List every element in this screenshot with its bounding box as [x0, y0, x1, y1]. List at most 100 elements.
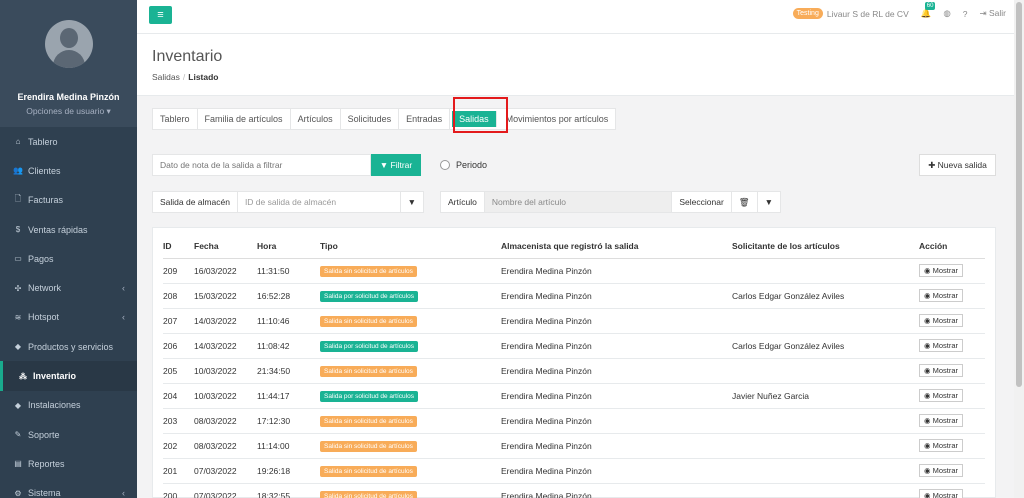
- new-salida-button[interactable]: ✚ Nueva salida: [919, 154, 996, 176]
- breadcrumb-listado: Listado: [188, 72, 219, 82]
- tab-articulos[interactable]: Artículos: [291, 109, 341, 129]
- show-button[interactable]: ◉ Mostrar: [919, 339, 964, 352]
- show-button[interactable]: ◉ Mostrar: [919, 314, 964, 327]
- cell-id: 200: [163, 483, 194, 498]
- tipo-badge: Salida sin solicitud de artículos: [320, 415, 417, 427]
- cell-fecha: 16/03/2022: [194, 258, 257, 284]
- nota-search-input[interactable]: [152, 154, 371, 176]
- cell-id: 204: [163, 383, 194, 409]
- tipo-badge: Salida sin solicitud de artículos: [320, 365, 417, 377]
- sidebar-item-hotspot[interactable]: ≋ Hotspot ‹: [0, 303, 137, 332]
- cell-fecha: 10/03/2022: [194, 383, 257, 409]
- salida-id-input[interactable]: ID de salida de almacén: [238, 192, 400, 212]
- cell-tipo: Salida sin solicitud de artículos: [320, 408, 501, 434]
- col-tipo: Tipo: [320, 234, 501, 259]
- tag-icon: ◆: [14, 342, 22, 352]
- cell-accion: ◉ Mostrar: [919, 483, 985, 498]
- tipo-badge: Salida sin solicitud de artículos: [320, 315, 417, 327]
- table-row: 201 07/03/2022 19:26:18 Salida sin solicitu…: [163, 458, 985, 484]
- salidas-table-panel: ID Fecha Hora Tipo Almacenista que regis…: [152, 227, 996, 498]
- table-row: 204 10/03/2022 11:44:17 Salida por solicitu…: [163, 383, 985, 409]
- show-button[interactable]: ◉ Mostrar: [919, 389, 964, 402]
- cell-almacenista: Erendira Medina Pinzón: [501, 458, 732, 484]
- report-icon: ▤: [14, 459, 22, 469]
- sidebar-item-facturas[interactable]: 🗋 Facturas: [0, 186, 137, 215]
- chevron-left-icon: ‹: [122, 488, 125, 498]
- show-button[interactable]: ◉ Mostrar: [919, 364, 964, 377]
- cell-accion: ◉ Mostrar: [919, 333, 985, 359]
- col-almacenista: Almacenista que registró la salida: [501, 234, 732, 259]
- sidebar-item-instalaciones[interactable]: ◆ Instalaciones: [0, 391, 137, 420]
- tab-movimientos[interactable]: Movimientos por artículos: [499, 109, 616, 129]
- show-button[interactable]: ◉ Mostrar: [919, 439, 964, 452]
- users-icon: 👥: [13, 166, 23, 176]
- breadcrumb-salidas[interactable]: Salidas: [152, 72, 180, 82]
- table-row: 202 08/03/2022 11:14:00 Salida sin solicitu…: [163, 433, 985, 459]
- tab-familia[interactable]: Familia de artículos: [198, 109, 291, 129]
- periodo-radio[interactable]: Periodo: [440, 160, 487, 170]
- globe-icon[interactable]: ◍: [943, 8, 950, 19]
- show-button[interactable]: ◉ Mostrar: [919, 489, 964, 498]
- cell-id: 206: [163, 333, 194, 359]
- tipo-badge: Salida por solicitud de artículos: [320, 390, 418, 402]
- cell-hora: 11:10:46: [257, 308, 320, 334]
- user-options-dropdown[interactable]: Opciones de usuario ▾: [0, 106, 137, 117]
- filter-button[interactable]: ▼ Filtrar: [371, 154, 421, 176]
- radio-icon[interactable]: [440, 160, 450, 170]
- tab-entradas[interactable]: Entradas: [399, 109, 451, 129]
- scrollbar[interactable]: [1014, 0, 1024, 498]
- tab-tablero[interactable]: Tablero: [153, 109, 198, 129]
- cell-fecha: 10/03/2022: [194, 358, 257, 384]
- cell-hora: 11:44:17: [257, 383, 320, 409]
- cell-tipo: Salida sin solicitud de artículos: [320, 258, 501, 284]
- help-icon[interactable]: ?: [963, 9, 968, 19]
- cell-almacenista: Erendira Medina Pinzón: [501, 333, 732, 359]
- cell-accion: ◉ Mostrar: [919, 258, 985, 284]
- cell-solicitante: [732, 433, 919, 459]
- table-row: 208 15/03/2022 16:52:28 Salida por solicitu…: [163, 283, 985, 309]
- table-header-row: ID Fecha Hora Tipo Almacenista que regis…: [163, 234, 985, 259]
- show-button[interactable]: ◉ Mostrar: [919, 264, 964, 277]
- table-row: 206 14/03/2022 11:08:42 Salida por solicitu…: [163, 333, 985, 359]
- sidebar-item-reportes[interactable]: ▤ Reportes: [0, 449, 137, 478]
- show-button[interactable]: ◉ Mostrar: [919, 464, 964, 477]
- highlight-box: [453, 97, 508, 133]
- sidebar-item-inventario[interactable]: ⁂ Inventario: [0, 361, 137, 391]
- cell-tipo: Salida sin solicitud de artículos: [320, 458, 501, 484]
- tab-solicitudes[interactable]: Solicitudes: [341, 109, 400, 129]
- col-id: ID: [163, 234, 194, 259]
- sidebar-item-tablero[interactable]: ⌂ Tablero: [0, 127, 137, 156]
- logout-button[interactable]: ⇥ Salir: [980, 8, 1007, 19]
- sidebar-item-pagos[interactable]: ▭ Pagos: [0, 244, 137, 273]
- cell-fecha: 07/03/2022: [194, 458, 257, 484]
- avatar[interactable]: [44, 20, 93, 68]
- menu-toggle-button[interactable]: ≡: [149, 6, 172, 24]
- cell-tipo: Salida sin solicitud de artículos: [320, 433, 501, 459]
- sidebar-item-productos[interactable]: ◆ Productos y servicios: [0, 332, 137, 361]
- cell-id: 209: [163, 258, 194, 284]
- scrollbar-thumb[interactable]: [1016, 2, 1022, 387]
- cell-solicitante: [732, 458, 919, 484]
- articulo-name-input[interactable]: Nombre del artículo: [484, 192, 672, 212]
- show-button[interactable]: ◉ Mostrar: [919, 289, 964, 302]
- profile-panel: Erendira Medina Pinzón Opciones de usuar…: [0, 0, 137, 127]
- sidebar-item-soporte[interactable]: ✎ Soporte: [0, 420, 137, 449]
- tipo-badge: Salida sin solicitud de artículos: [320, 465, 417, 477]
- sidebar-item-ventas-rapidas[interactable]: $ Ventas rápidas: [0, 215, 137, 244]
- sidebar-item-sistema[interactable]: ⚙ Sistema ‹: [0, 479, 137, 498]
- filter-icon[interactable]: ▼: [399, 192, 423, 212]
- chevron-left-icon: ‹: [122, 312, 125, 323]
- sidebar-item-network[interactable]: ✣ Network ‹: [0, 273, 137, 302]
- tipo-badge: Salida por solicitud de artículos: [320, 290, 418, 302]
- tab-bar: Tablero Familia de artículos Artículos S…: [152, 108, 617, 130]
- filter-icon[interactable]: ▼: [756, 192, 780, 212]
- show-button[interactable]: ◉ Mostrar: [919, 414, 964, 427]
- cell-id: 207: [163, 308, 194, 334]
- wrench-icon: ✎: [14, 430, 22, 440]
- sidebar-item-clientes[interactable]: 👥 Clientes: [0, 156, 137, 185]
- bell-icon[interactable]: 🔔 60: [921, 2, 936, 19]
- salida-filter-group: Salida de almacén ID de salida de almacé…: [152, 191, 424, 213]
- trash-icon[interactable]: 🗑: [730, 192, 757, 212]
- cell-accion: ◉ Mostrar: [919, 358, 985, 384]
- select-articulo-button[interactable]: Seleccionar: [671, 192, 730, 212]
